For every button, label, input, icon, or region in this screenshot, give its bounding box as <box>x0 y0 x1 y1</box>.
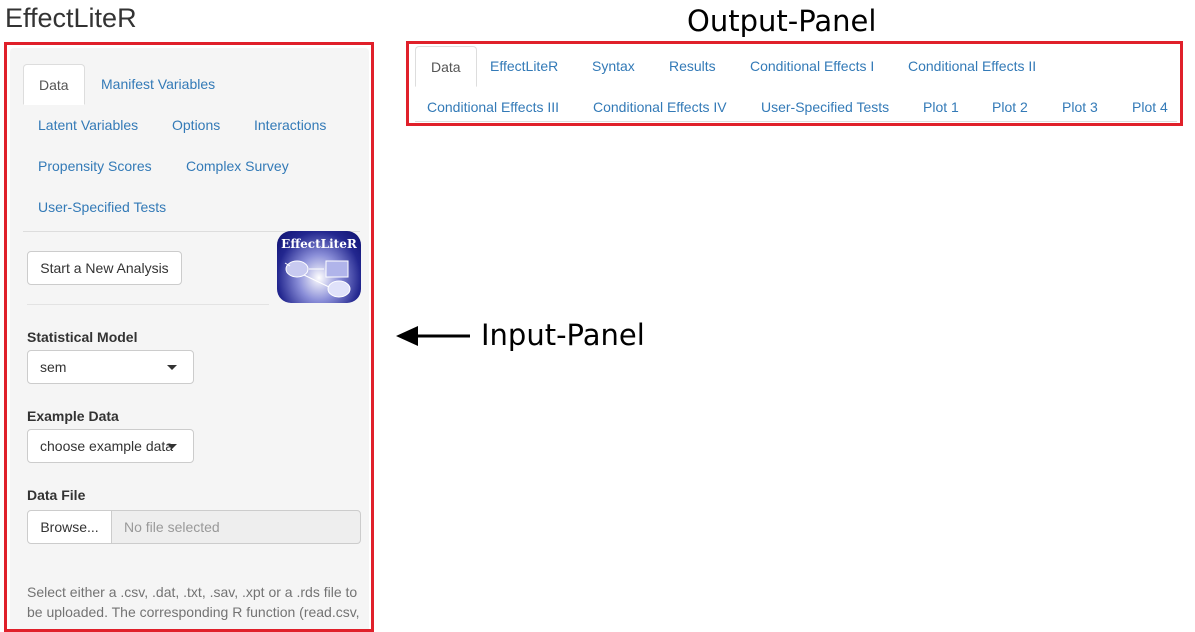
output-tab-syntax[interactable]: Syntax <box>577 46 650 87</box>
browse-button[interactable]: Browse... <box>27 510 112 544</box>
input-tab-propensity-scores[interactable]: Propensity Scores <box>23 146 167 187</box>
output-tabs-divider <box>415 121 1177 122</box>
input-tab-user-specified-tests[interactable]: User-Specified Tests <box>23 187 181 228</box>
input-tab-options[interactable]: Options <box>157 105 235 146</box>
sidebar-well: Data Manifest Variables Latent Variables… <box>10 48 369 629</box>
output-tab-data[interactable]: Data <box>415 46 477 87</box>
output-tab-conditional-effects-2[interactable]: Conditional Effects II <box>893 46 1051 87</box>
output-tab-effectliter[interactable]: EffectLiteR <box>475 46 573 87</box>
statistical-model-select[interactable]: sem <box>27 350 194 384</box>
start-new-analysis-button[interactable]: Start a New Analysis <box>27 251 182 285</box>
example-data-select[interactable]: choose example data <box>27 429 194 463</box>
data-file-label: Data File <box>27 487 86 503</box>
input-tab-latent-variables[interactable]: Latent Variables <box>23 105 153 146</box>
file-name-field: No file selected <box>111 510 361 544</box>
input-tab-interactions[interactable]: Interactions <box>239 105 341 146</box>
input-tab-manifest-variables[interactable]: Manifest Variables <box>86 64 230 105</box>
effectliter-logo: EffectLiteR <box>277 231 361 303</box>
example-data-label: Example Data <box>27 408 119 424</box>
output-panel: Data EffectLiteR Syntax Results Conditio… <box>406 41 1183 126</box>
input-panel-annotation: Input-Panel <box>481 318 645 352</box>
caret-down-icon <box>167 365 177 370</box>
app-title: EffectLiteR <box>5 3 137 33</box>
input-tab-complex-survey[interactable]: Complex Survey <box>171 146 304 187</box>
caret-down-icon <box>167 444 177 449</box>
input-tab-data[interactable]: Data <box>23 64 85 105</box>
output-tab-results[interactable]: Results <box>654 46 731 87</box>
output-tab-conditional-effects-1[interactable]: Conditional Effects I <box>735 46 889 87</box>
input-tabs: Data Manifest Variables Latent Variables… <box>23 64 360 232</box>
arrow-left-icon <box>396 326 470 346</box>
section-divider <box>27 304 269 305</box>
logo-diagram-icon <box>284 260 351 298</box>
data-file-help-text: Select either a .csv, .dat, .txt, .sav, … <box>27 584 360 620</box>
example-data-value: choose example data <box>40 438 174 454</box>
statistical-model-value: sem <box>40 359 67 375</box>
output-panel-annotation: Output-Panel <box>687 4 877 38</box>
statistical-model-label: Statistical Model <box>27 329 138 345</box>
input-panel: Data Manifest Variables Latent Variables… <box>4 42 374 632</box>
